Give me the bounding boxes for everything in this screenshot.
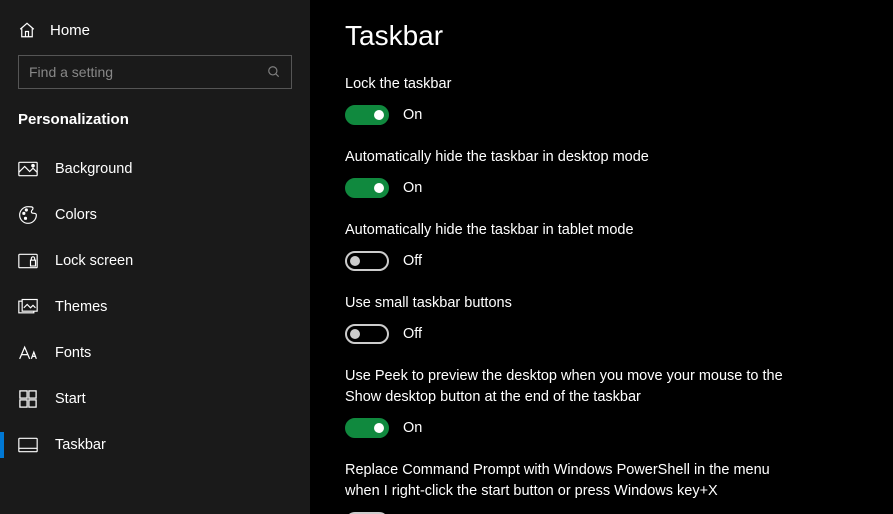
sidebar-item-taskbar[interactable]: Taskbar (0, 422, 310, 468)
page-title: Taskbar (345, 20, 863, 52)
search-icon (267, 65, 281, 79)
toggle-switch[interactable] (345, 178, 389, 198)
toggle-knob (374, 423, 384, 433)
toggle-state-label: Off (403, 253, 422, 269)
toggle-row: On (345, 178, 863, 198)
toggle-state-label: On (403, 420, 422, 436)
sidebar-item-label: Fonts (55, 345, 91, 361)
taskbar-icon (18, 435, 38, 455)
sidebar-item-fonts[interactable]: Fonts (0, 330, 310, 376)
category-heading: Personalization (0, 107, 310, 146)
sidebar-item-lock-screen[interactable]: Lock screen (0, 238, 310, 284)
home-link[interactable]: Home (0, 15, 310, 55)
toggle-state-label: On (403, 180, 422, 196)
sidebar-item-label: Colors (55, 207, 97, 223)
sidebar-item-label: Themes (55, 299, 107, 315)
toggle-knob (374, 183, 384, 193)
fonts-icon (18, 343, 38, 363)
image-icon (18, 159, 38, 179)
home-label: Home (50, 22, 90, 39)
toggle-switch[interactable] (345, 324, 389, 344)
toggle-knob (350, 256, 360, 266)
sidebar-item-background[interactable]: Background (0, 146, 310, 192)
setting-label: Use small taskbar buttons (345, 293, 795, 314)
search-input[interactable] (29, 64, 267, 80)
sidebar: Home Personalization Background Colors (0, 0, 310, 514)
toggle-row: On (345, 105, 863, 125)
setting-row: Automatically hide the taskbar in deskto… (345, 147, 863, 198)
palette-icon (18, 205, 38, 225)
toggle-switch[interactable] (345, 418, 389, 438)
main-panel: Taskbar Lock the taskbar On Automatically … (310, 0, 893, 514)
toggle-state-label: On (403, 107, 422, 123)
start-icon (18, 389, 38, 409)
sidebar-item-label: Lock screen (55, 253, 133, 269)
sidebar-item-start[interactable]: Start (0, 376, 310, 422)
setting-label: Replace Command Prompt with Windows Powe… (345, 460, 795, 502)
toggle-row: Off (345, 251, 863, 271)
toggle-row: Off (345, 324, 863, 344)
setting-row: Use small taskbar buttons Off (345, 293, 863, 344)
sidebar-item-label: Start (55, 391, 86, 407)
toggle-state-label: Off (403, 326, 422, 342)
toggle-knob (350, 329, 360, 339)
sidebar-item-colors[interactable]: Colors (0, 192, 310, 238)
setting-row: Replace Command Prompt with Windows Powe… (345, 460, 863, 514)
toggle-knob (374, 110, 384, 120)
home-icon (18, 21, 36, 39)
sidebar-item-themes[interactable]: Themes (0, 284, 310, 330)
lock-screen-icon (18, 251, 38, 271)
setting-label: Lock the taskbar (345, 74, 795, 95)
toggle-switch[interactable] (345, 251, 389, 271)
setting-label: Use Peek to preview the desktop when you… (345, 366, 795, 408)
setting-label: Automatically hide the taskbar in deskto… (345, 147, 795, 168)
setting-row: Automatically hide the taskbar in tablet… (345, 220, 863, 271)
setting-label: Automatically hide the taskbar in tablet… (345, 220, 795, 241)
toggle-row: On (345, 418, 863, 438)
sidebar-item-label: Taskbar (55, 437, 106, 453)
setting-row: Use Peek to preview the desktop when you… (345, 366, 863, 438)
themes-icon (18, 297, 38, 317)
search-box[interactable] (18, 55, 292, 89)
setting-row: Lock the taskbar On (345, 74, 863, 125)
toggle-switch[interactable] (345, 105, 389, 125)
sidebar-item-label: Background (55, 161, 132, 177)
